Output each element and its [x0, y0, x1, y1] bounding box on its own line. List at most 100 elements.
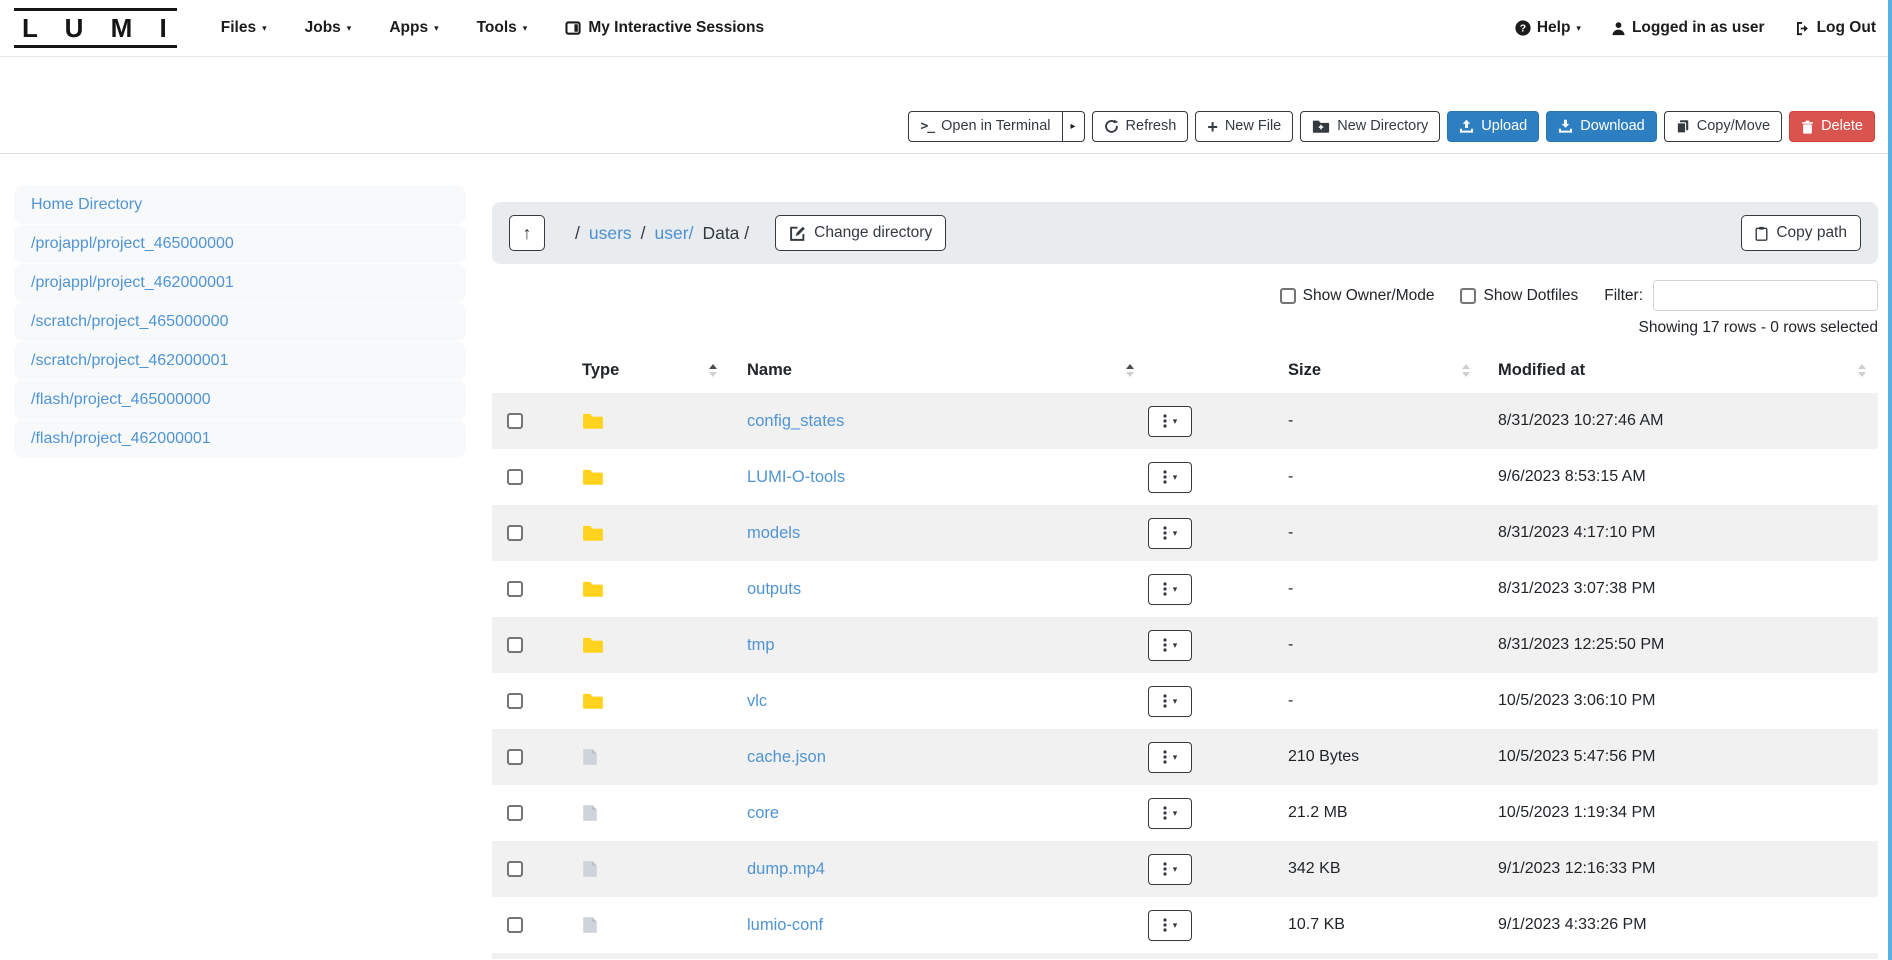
nav-log-out[interactable]: Log Out: [1795, 19, 1876, 37]
sidebar-item-path[interactable]: /scratch/project_462000001: [14, 342, 466, 380]
chevron-down-icon: ▾: [1173, 809, 1178, 818]
row-checkbox[interactable]: [507, 581, 523, 597]
filter-label: Filter:: [1604, 287, 1643, 305]
sidebar-item-home-directory[interactable]: Home Directory: [14, 186, 466, 224]
nav-menu-list: Files▾ Jobs▾ Apps▾ Tools▾: [221, 19, 528, 37]
row-checkbox[interactable]: [507, 861, 523, 877]
filter-input[interactable]: [1653, 280, 1878, 311]
row-menu-button[interactable]: ▾: [1148, 742, 1192, 773]
file-link[interactable]: cache.json: [747, 748, 826, 767]
row-checkbox[interactable]: [507, 749, 523, 765]
breadcrumb-link[interactable]: users: [589, 223, 632, 244]
sort-icon[interactable]: [709, 364, 717, 377]
column-header-name[interactable]: Name: [737, 361, 1148, 380]
row-checkbox[interactable]: [507, 805, 523, 821]
row-checkbox[interactable]: [507, 525, 523, 541]
sidebar-item-path[interactable]: /projappl/project_465000000: [14, 225, 466, 263]
refresh-icon: [1104, 119, 1119, 134]
nav-my-interactive-sessions[interactable]: My Interactive Sessions: [565, 19, 764, 37]
row-menu-button[interactable]: ▾: [1148, 518, 1192, 549]
open-in-terminal-caret-button[interactable]: ▸: [1063, 111, 1085, 142]
file-link[interactable]: dump.mp4: [747, 860, 825, 879]
column-header-type[interactable]: Type: [567, 361, 737, 380]
sort-icon[interactable]: [1462, 364, 1470, 377]
sidebar-item-path[interactable]: /projappl/project_462000001: [14, 264, 466, 302]
breadcrumb-link[interactable]: user/: [655, 223, 694, 244]
copy-path-button[interactable]: Copy path: [1741, 215, 1861, 251]
kebab-icon: [1163, 414, 1167, 428]
upload-button[interactable]: Upload: [1447, 111, 1539, 142]
row-menu-button[interactable]: ▾: [1148, 462, 1192, 493]
nav-logged-in-user[interactable]: Logged in as user: [1611, 19, 1765, 37]
row-menu-button[interactable]: ▾: [1148, 630, 1192, 661]
sidebar-item-path[interactable]: /flash/project_465000000: [14, 381, 466, 419]
lumi-logo: L U M I: [14, 8, 177, 49]
column-header-size[interactable]: Size: [1228, 361, 1478, 380]
sort-icon[interactable]: [1858, 364, 1866, 377]
change-directory-button[interactable]: Change directory: [775, 215, 946, 251]
row-menu-button[interactable]: ▾: [1148, 406, 1192, 437]
refresh-button[interactable]: Refresh: [1092, 111, 1189, 142]
scrollbar-strip[interactable]: [1888, 0, 1892, 960]
file-link[interactable]: lumio-conf: [747, 916, 823, 935]
file-modified-at: 8/31/2023 12:25:50 PM: [1478, 636, 1878, 654]
folder-icon: [582, 636, 604, 654]
row-menu-button[interactable]: ▾: [1148, 910, 1192, 941]
file-link[interactable]: core: [747, 804, 779, 823]
file-table-header: Type Name Size Modified at: [492, 347, 1878, 393]
clipboard-icon: [1755, 226, 1768, 241]
file-link[interactable]: outputs: [747, 580, 801, 599]
nav-help-menu[interactable]: ? Help ▾: [1515, 19, 1581, 37]
folder-icon: [582, 692, 604, 710]
table-row: dump.mp4▾342 KB9/1/2023 12:16:33 PM: [492, 841, 1878, 897]
file-link[interactable]: models: [747, 524, 800, 543]
sort-icon[interactable]: [1126, 364, 1134, 377]
row-checkbox[interactable]: [507, 413, 523, 429]
file-size: -: [1228, 580, 1478, 598]
new-directory-button[interactable]: New Directory: [1300, 111, 1440, 142]
nav-menu-jobs[interactable]: Jobs▾: [305, 19, 352, 37]
file-modified-at: 9/1/2023 12:16:33 PM: [1478, 860, 1878, 878]
row-menu-button[interactable]: ▾: [1148, 854, 1192, 885]
sidebar-item-path[interactable]: /scratch/project_465000000: [14, 303, 466, 341]
row-checkbox[interactable]: [507, 637, 523, 653]
row-menu-button[interactable]: ▾: [1148, 686, 1192, 717]
row-menu-button[interactable]: ▾: [1148, 574, 1192, 605]
file-link[interactable]: tmp: [747, 636, 775, 655]
chevron-down-icon: ▾: [347, 24, 352, 33]
nav-menu-apps[interactable]: Apps▾: [389, 19, 438, 37]
open-in-terminal-button[interactable]: >_ Open in Terminal: [908, 111, 1062, 142]
show-dotfiles-toggle[interactable]: Show Dotfiles: [1460, 287, 1578, 305]
sidebar-item-path[interactable]: /flash/project_462000001: [14, 420, 466, 458]
file-table: Type Name Size Modified at: [492, 347, 1878, 959]
row-checkbox[interactable]: [507, 917, 523, 933]
row-checkbox[interactable]: [507, 469, 523, 485]
up-directory-button[interactable]: ↑: [509, 215, 545, 251]
new-file-button[interactable]: + New File: [1195, 111, 1293, 142]
file-link[interactable]: LUMI-O-tools: [747, 468, 845, 487]
kebab-icon: [1163, 694, 1167, 708]
delete-button[interactable]: Delete: [1789, 111, 1875, 142]
file-size: 10.7 KB: [1228, 916, 1478, 934]
chevron-down-icon: ▾: [1173, 529, 1178, 538]
file-link[interactable]: config_states: [747, 412, 844, 431]
nav-menu-tools[interactable]: Tools▾: [477, 19, 528, 37]
chevron-right-icon: ▸: [1071, 122, 1076, 132]
breadcrumb-text: Data /: [702, 223, 749, 244]
show-owner-mode-toggle[interactable]: Show Owner/Mode: [1280, 287, 1435, 305]
file-browser-panel: ↑ /users/user/Data / Change directory Co…: [492, 202, 1878, 959]
copy-move-button[interactable]: Copy/Move: [1664, 111, 1782, 142]
download-button[interactable]: Download: [1546, 111, 1657, 142]
favorites-sidebar: Home Directory/projappl/project_46500000…: [14, 186, 466, 959]
file-link[interactable]: vlc: [747, 692, 767, 711]
column-header-modified[interactable]: Modified at: [1478, 361, 1878, 380]
chevron-down-icon: ▾: [1173, 641, 1178, 650]
nav-menu-files[interactable]: Files▾: [221, 19, 267, 37]
file-modified-at: 8/31/2023 10:27:46 AM: [1478, 412, 1878, 430]
file-icon: [582, 860, 598, 878]
show-owner-mode-checkbox[interactable]: [1280, 288, 1296, 304]
kebab-icon: [1163, 806, 1167, 820]
row-checkbox[interactable]: [507, 693, 523, 709]
show-dotfiles-checkbox[interactable]: [1460, 288, 1476, 304]
row-menu-button[interactable]: ▾: [1148, 798, 1192, 829]
